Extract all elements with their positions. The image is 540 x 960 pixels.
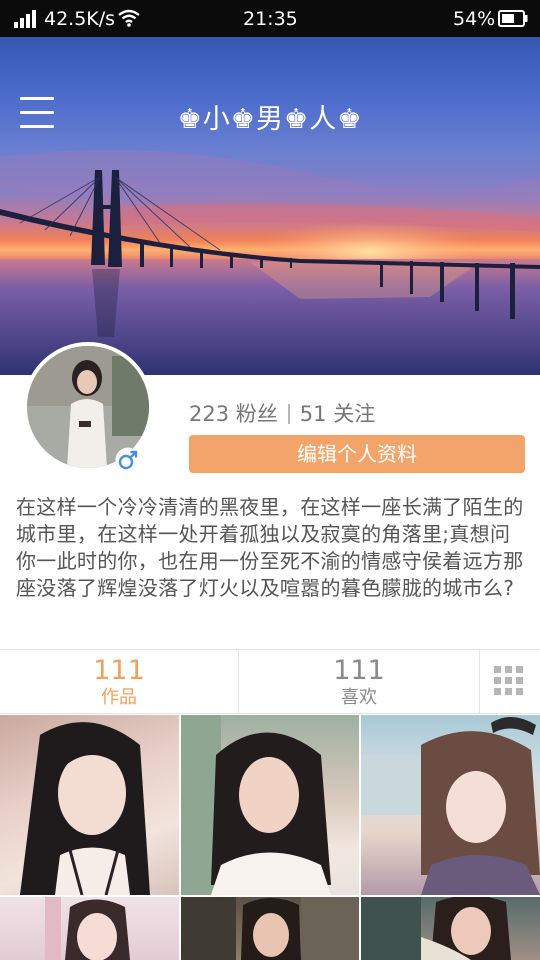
photo-portrait-3 <box>361 716 540 895</box>
bridge-sunset-image <box>0 149 540 375</box>
tab-likes[interactable]: 111 喜欢 <box>239 650 480 714</box>
photo-thumbnail[interactable] <box>181 715 359 895</box>
works-count: 111 <box>93 655 145 686</box>
signal-icon <box>14 10 36 28</box>
likes-count: 111 <box>333 655 385 686</box>
following-count: 51 <box>299 402 327 426</box>
battery-percentage: 54% <box>453 8 496 30</box>
cover-banner: ♚小♚男♚人♚ <box>0 37 540 375</box>
photo-portrait-6 <box>361 897 511 960</box>
photo-thumbnail[interactable] <box>181 897 359 960</box>
photo-portrait-2 <box>181 715 331 895</box>
battery-icon <box>498 10 528 27</box>
male-icon <box>115 447 141 473</box>
profile-bio: 在这样一个冷冷清清的黑夜里，在这样一座长满了陌生的城市里，在这样一处开着孤独以及… <box>16 495 524 600</box>
photo-thumbnail[interactable] <box>0 897 179 960</box>
likes-label: 喜欢 <box>341 687 377 708</box>
photo-thumbnail[interactable] <box>0 715 179 895</box>
grid-view-icon[interactable] <box>493 665 525 697</box>
stats-divider <box>287 404 290 424</box>
photo-portrait-5 <box>181 897 359 960</box>
status-bar: 42.5K/s 21:35 54% <box>0 0 540 37</box>
photo-thumbnail[interactable] <box>361 897 540 960</box>
followers-count: 223 <box>189 402 230 426</box>
following-link[interactable]: 51 关注 <box>300 402 375 426</box>
photo-portrait-4 <box>45 897 130 960</box>
tab-works[interactable]: 111 作品 <box>0 650 239 714</box>
followers-link[interactable]: 223 粉丝 <box>189 402 278 426</box>
clock: 21:35 <box>243 8 298 30</box>
edit-profile-button[interactable]: 编辑个人资料 <box>189 435 525 473</box>
wifi-icon <box>118 9 140 27</box>
content-tabs: 111 作品 111 喜欢 <box>0 649 540 714</box>
following-label: 关注 <box>333 402 376 426</box>
follow-stats: 223 粉丝 51 关注 <box>189 398 375 428</box>
network-speed: 42.5K/s <box>44 8 116 30</box>
photo-portrait-1 <box>20 722 150 895</box>
page-title: ♚小♚男♚人♚ <box>177 104 363 135</box>
works-label: 作品 <box>101 687 137 708</box>
followers-label: 粉丝 <box>235 402 278 426</box>
photo-thumbnail[interactable] <box>361 715 540 895</box>
